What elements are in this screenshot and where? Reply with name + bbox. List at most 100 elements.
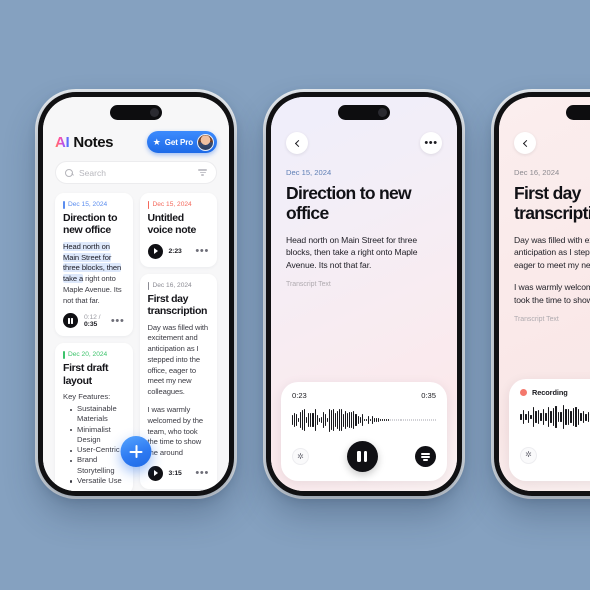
pause-button[interactable] — [63, 313, 78, 329]
page-title: Direction to new office — [286, 183, 412, 223]
play-button[interactable] — [147, 243, 163, 259]
note-detail-view: ••• Dec 15, 2024 Direction to new office… — [271, 97, 457, 491]
add-marker-button[interactable]: ✲ — [292, 448, 309, 465]
plus-icon-h — [129, 450, 143, 453]
note-card[interactable]: Dec 16, 2024 First day transcription Day… — [139, 273, 217, 489]
note-body-2: I was warmly welcomed by the team, who t… — [514, 282, 590, 306]
recording-detail-view: Dec 16, 2024 First day transcription Day… — [499, 97, 590, 491]
detail-content: Dec 16, 2024 First day transcription Day… — [499, 154, 590, 323]
features-list: Sustainable Materials Minimalist Design … — [63, 404, 125, 486]
note-body: Day was filled with excitement and antic… — [147, 322, 209, 397]
note-date: Dec 15, 2024 — [147, 201, 210, 209]
star-icon: ★ — [152, 136, 161, 147]
phone-device-recording: Dec 16, 2024 First day transcription Day… — [491, 89, 590, 499]
overflow-menu-icon[interactable]: ••• — [195, 246, 209, 257]
note-title: Direction to new office — [63, 212, 118, 237]
time-separator: / — [96, 313, 101, 321]
list-item: Brand Storytelling — [70, 455, 125, 476]
masonry-column-right: Dec 15, 2024 Untitled voice note 2:23 ••… — [139, 193, 217, 491]
new-note-button[interactable] — [120, 436, 152, 467]
status-badge: Recording — [532, 388, 568, 397]
duration-label: 2:23 — [168, 247, 182, 255]
dynamic-island — [338, 105, 390, 120]
transcript-label: Transcript Text — [514, 315, 559, 323]
marker-icon: ✲ — [525, 450, 532, 459]
recording-status: Recording — [520, 388, 590, 397]
overflow-menu-icon: ••• — [424, 136, 438, 149]
audio-player-row: 0:12 / 0:35 ••• — [63, 313, 125, 329]
app-logo: AI Notes — [55, 134, 113, 151]
brand-ai-text: AI — [55, 133, 70, 151]
note-title: First draft layout — [63, 362, 109, 387]
phone-device-detail: ••• Dec 15, 2024 Direction to new office… — [263, 89, 465, 499]
note-card[interactable]: Dec 20, 2024 First draft layout Key Feat… — [55, 343, 133, 491]
detail-toolbar — [499, 126, 590, 154]
add-marker-button[interactable]: ✲ — [520, 446, 537, 464]
time-current: 0:23 — [292, 391, 307, 400]
marker-icon: ✲ — [297, 451, 304, 461]
note-date: Dec 16, 2024 — [514, 168, 560, 177]
chevron-left-icon — [294, 139, 302, 147]
app-header: AI Notes ★ Get Pro — [43, 126, 229, 153]
note-card[interactable]: Dec 15, 2024 Untitled voice note 2:23 ••… — [139, 193, 217, 267]
overflow-menu-icon[interactable]: ••• — [111, 315, 125, 326]
brand-notes-text: Notes — [73, 133, 114, 151]
audio-player-row: 3:15 ••• — [147, 465, 210, 481]
pause-button[interactable] — [346, 441, 378, 472]
phone2-screen: ••• Dec 15, 2024 Direction to new office… — [271, 97, 457, 491]
waveform[interactable] — [292, 406, 436, 434]
transcript-button[interactable] — [415, 446, 436, 467]
time-total: 0:35 — [421, 391, 436, 400]
avatar[interactable] — [197, 133, 214, 151]
note-title: First day transcription — [147, 292, 208, 318]
play-button[interactable] — [147, 465, 163, 481]
time-total: 0:35 — [84, 320, 98, 328]
get-pro-label: Get Pro — [164, 137, 193, 147]
note-date: Dec 16, 2024 — [147, 281, 210, 290]
filter-icon[interactable] — [198, 169, 207, 176]
playback-time: 0:12 / 0:35 — [84, 314, 105, 328]
overflow-menu-icon[interactable]: ••• — [195, 468, 209, 479]
recording-indicator-icon — [520, 389, 527, 396]
scene: AI Notes ★ Get Pro Search Dec 15, 2024 D… — [0, 0, 590, 590]
list-item: Versatile Use — [70, 476, 125, 486]
notes-list-app: AI Notes ★ Get Pro Search Dec 15, 2024 D… — [43, 97, 229, 491]
note-date: Dec 20, 2024 — [63, 351, 125, 360]
back-button[interactable] — [514, 132, 536, 154]
duration-label: 3:15 — [168, 469, 182, 477]
list-item: User-Centric — [70, 445, 125, 455]
note-body-2: I was warmly welcomed by the team, who t… — [147, 404, 204, 458]
audio-player-row: 2:23 ••• — [147, 243, 210, 259]
detail-content: Dec 15, 2024 Direction to new office Hea… — [271, 154, 457, 288]
dynamic-island — [566, 105, 590, 120]
time-current: 0:12 — [84, 313, 97, 321]
phone1-screen: AI Notes ★ Get Pro Search Dec 15, 2024 D… — [43, 97, 229, 491]
search-placeholder: Search — [79, 167, 106, 178]
note-date: Dec 15, 2024 — [63, 201, 125, 209]
note-body: Head north on Main Street for three bloc… — [286, 234, 418, 271]
search-row: Search — [43, 153, 229, 184]
detail-toolbar: ••• — [271, 126, 457, 154]
note-body: Head north on Main Street for three bloc… — [63, 241, 125, 307]
audio-player-panel: 0:23 0:35 ✲ — [281, 382, 447, 481]
player-controls: ✲ — [292, 441, 436, 472]
search-input[interactable]: Search — [55, 161, 217, 184]
recorder-controls: ✲ — [520, 438, 590, 472]
get-pro-button[interactable]: ★ Get Pro — [146, 131, 217, 153]
waveform[interactable] — [520, 403, 590, 431]
more-options-button[interactable]: ••• — [420, 132, 442, 154]
note-date: Dec 15, 2024 — [286, 168, 332, 177]
page-title: First day transcription — [514, 183, 590, 223]
note-body: Day was filled with excitement and antic… — [514, 234, 590, 271]
dynamic-island — [110, 105, 162, 120]
phone-device-list: AI Notes ★ Get Pro Search Dec 15, 2024 D… — [35, 89, 237, 499]
transcript-label: Transcript Text — [286, 281, 331, 289]
chevron-left-icon — [522, 139, 530, 147]
search-icon — [65, 168, 73, 177]
list-item: Minimalist Design — [70, 425, 125, 446]
player-times: 0:23 0:35 — [292, 391, 436, 400]
note-title: Untitled voice note — [147, 212, 197, 237]
list-item: Sustainable Materials — [70, 404, 125, 425]
back-button[interactable] — [286, 132, 308, 154]
note-card[interactable]: Dec 15, 2024 Direction to new office Hea… — [55, 193, 133, 337]
